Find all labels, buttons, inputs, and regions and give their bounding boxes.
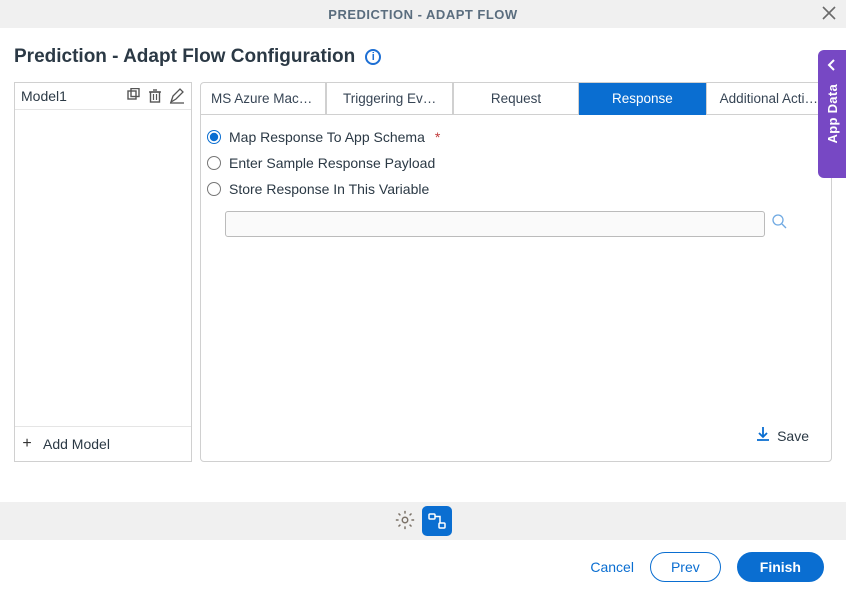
radio-map-response-label: Map Response To App Schema xyxy=(229,129,425,145)
tab-bar: MS Azure Machine Lear… Triggering Ev… Re… xyxy=(201,83,831,115)
info-icon[interactable]: i xyxy=(365,49,381,65)
radio-store-variable[interactable]: Store Response In This Variable xyxy=(207,181,825,197)
variable-input[interactable] xyxy=(225,211,765,237)
form-area: Map Response To App Schema * Enter Sampl… xyxy=(201,115,831,461)
edit-icon[interactable] xyxy=(169,88,185,104)
radio-store-variable-label: Store Response In This Variable xyxy=(229,181,429,197)
chevron-left-icon xyxy=(826,58,838,74)
model-sidebar: Model1 + Add Model xyxy=(14,82,192,462)
modal-title: PREDICTION - ADAPT FLOW xyxy=(328,7,517,22)
plus-icon: + xyxy=(19,435,35,453)
prev-button[interactable]: Prev xyxy=(650,552,721,582)
finish-button[interactable]: Finish xyxy=(737,552,824,582)
sidebar-item-label: Model1 xyxy=(21,88,67,104)
page-title: Prediction - Adapt Flow Configuration xyxy=(14,46,355,68)
add-model-label: Add Model xyxy=(43,436,110,452)
radio-store-variable-input[interactable] xyxy=(207,182,221,196)
download-icon xyxy=(755,426,771,445)
app-data-drawer[interactable]: App Data xyxy=(818,50,846,178)
required-asterisk: * xyxy=(435,129,440,145)
copy-icon[interactable] xyxy=(125,88,141,104)
cancel-button[interactable]: Cancel xyxy=(590,559,634,575)
tab-response[interactable]: Response xyxy=(579,83,705,115)
lookup-icon[interactable] xyxy=(771,213,788,235)
trash-icon[interactable] xyxy=(147,88,163,104)
radio-map-response-input[interactable] xyxy=(207,130,221,144)
page-title-row: Prediction - Adapt Flow Configuration i xyxy=(0,28,846,82)
variable-input-row xyxy=(225,211,825,237)
footer: Cancel Prev Finish xyxy=(0,540,846,594)
app-data-drawer-label: App Data xyxy=(825,84,840,143)
tab-request[interactable]: Request xyxy=(453,83,579,115)
main-panel: MS Azure Machine Lear… Triggering Ev… Re… xyxy=(200,82,832,462)
sidebar-item-model1[interactable]: Model1 xyxy=(15,83,191,110)
radio-sample-payload-input[interactable] xyxy=(207,156,221,170)
radio-sample-payload-label: Enter Sample Response Payload xyxy=(229,155,435,171)
gear-icon[interactable] xyxy=(394,509,416,534)
radio-sample-payload[interactable]: Enter Sample Response Payload xyxy=(207,155,825,171)
tab-additional[interactable]: Additional Acti… xyxy=(706,83,831,115)
bottom-toolbar xyxy=(0,502,846,540)
close-icon[interactable] xyxy=(822,6,836,24)
modal-header: PREDICTION - ADAPT FLOW xyxy=(0,0,846,28)
radio-map-response[interactable]: Map Response To App Schema * xyxy=(207,129,825,145)
content-area: Model1 + Add Model MS Azure Machine Lear… xyxy=(0,82,846,462)
save-label: Save xyxy=(777,428,809,444)
tab-triggering[interactable]: Triggering Ev… xyxy=(326,83,452,115)
save-button[interactable]: Save xyxy=(207,420,825,455)
flow-view-toggle[interactable] xyxy=(422,506,452,536)
add-model-button[interactable]: + Add Model xyxy=(15,426,191,461)
tab-azure[interactable]: MS Azure Machine Lear… xyxy=(201,83,326,115)
